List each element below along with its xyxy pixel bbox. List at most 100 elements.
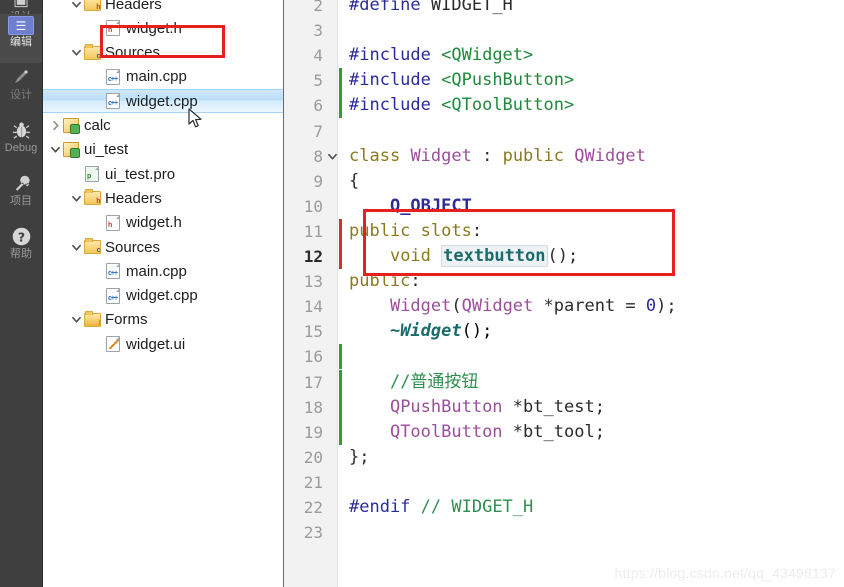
code-line[interactable]: 16: [285, 344, 844, 370]
chevron-right-icon[interactable]: [48, 119, 62, 133]
code-line[interactable]: 19 QToolButton *bt_tool;: [285, 419, 844, 445]
tree-item-label: widget.cpp: [126, 92, 198, 110]
code-line[interactable]: 23: [285, 520, 844, 545]
tree-item-headers[interactable]: h Headers: [43, 0, 283, 16]
wrench-icon: [8, 172, 34, 194]
line-number: 5: [313, 71, 323, 91]
chevron-down-icon[interactable]: [69, 191, 83, 205]
code-text: #endif // WIDGET_H: [349, 497, 534, 517]
code-text: };: [349, 446, 370, 467]
line-number: 6: [313, 96, 323, 116]
tree-item-widget-ui[interactable]: widget.ui: [43, 332, 283, 356]
code-line[interactable]: 14 Widget(QWidget *parent = 0);: [285, 294, 844, 319]
tree-item-label: ui_test.pro: [105, 165, 176, 183]
tree-item-widget-cpp[interactable]: c++ widget.cpp: [43, 89, 283, 114]
change-marker-green: [339, 369, 342, 395]
code-line[interactable]: 8 class Widget : public QWidget: [285, 144, 844, 169]
watermark: https://blog.csdn.net/qq_43498137: [614, 565, 836, 581]
code-line[interactable]: 21: [285, 470, 844, 495]
line-number: 23: [303, 523, 323, 543]
code-line[interactable]: 12 void textbutton ();: [285, 244, 844, 269]
code-line[interactable]: 18 QPushButton *bt_test;: [285, 394, 844, 420]
project-tree[interactable]: h Headers h widget.h c Sources c++ main.cpp c++ w…: [43, 0, 283, 587]
tree-item-label: Sources: [105, 238, 161, 256]
chevron-down-icon[interactable]: [69, 0, 83, 11]
code-text: public:: [349, 271, 421, 292]
line-number: 22: [303, 498, 323, 517]
chevron-down-icon[interactable]: [48, 143, 62, 157]
line-number: 11: [303, 221, 323, 241]
tree-item-calc[interactable]: calc: [43, 114, 283, 138]
folder-sources-icon: c: [83, 238, 101, 255]
tree-item-forms[interactable]: / Forms: [43, 308, 283, 332]
code-text: #include <QWidget>: [349, 45, 534, 66]
code-line[interactable]: 15 ~Widget();: [285, 319, 844, 344]
line-number: 15: [303, 322, 323, 342]
tree-item-widget-h[interactable]: h widget.h: [43, 16, 283, 40]
svg-text:?: ?: [17, 229, 24, 244]
file-pro-icon: p: [83, 166, 101, 183]
tree-item-sources[interactable]: c Sources: [43, 41, 283, 65]
tree-item-main-cpp[interactable]: c++ main.cpp: [43, 259, 283, 283]
code-editor[interactable]: 2 #define WIDGET_H 3 4 #include <QWidget> 5 #i…: [285, 0, 844, 587]
code-line[interactable]: 13 public:: [285, 269, 844, 294]
tree-item-widget-h[interactable]: h widget.h: [43, 211, 283, 235]
chevron-down-icon[interactable]: [69, 313, 83, 327]
code-text: #include <QPushButton>: [349, 70, 575, 91]
code-text: Q_OBJECT: [389, 195, 472, 216]
code-text: ~Widget();: [389, 321, 493, 342]
line-number: 4: [313, 46, 323, 66]
code-line[interactable]: 6 #include <QToolButton>: [285, 93, 844, 119]
tree-item-sources[interactable]: c Sources: [43, 235, 283, 259]
folder-headers-icon: h: [83, 0, 101, 12]
tree-item-label: Headers: [105, 0, 162, 13]
project-icon: [62, 142, 80, 159]
tree-item-label: widget.ui: [126, 335, 186, 353]
mode-label: 项目: [10, 195, 32, 207]
code-line[interactable]: 17 //普通按钮: [285, 369, 844, 395]
code-text: #include <QToolButton>: [349, 95, 575, 116]
project-icon: [62, 118, 80, 134]
code-text: Widget(QWidget *parent = 0);: [389, 296, 677, 317]
line-number: 16: [303, 347, 323, 367]
tree-item-headers[interactable]: h Headers: [43, 186, 283, 210]
mode-item-help[interactable]: ? 帮助: [0, 223, 42, 261]
tree-item-ui-test[interactable]: ui_test: [43, 138, 283, 162]
code-line[interactable]: 5 #include <QPushButton>: [285, 68, 844, 94]
file-cpp-icon: c++: [104, 93, 122, 110]
code-line[interactable]: 10 Q_OBJECT: [285, 194, 844, 219]
design-pen-icon: [8, 66, 34, 88]
mode-item-edit[interactable]: ☰ 编辑: [0, 14, 42, 63]
code-line[interactable]: 9{: [285, 169, 844, 194]
code-line[interactable]: 20};: [285, 445, 844, 470]
code-line[interactable]: 22 #endif // WIDGET_H: [285, 495, 844, 520]
chevron-down-icon[interactable]: [69, 46, 83, 60]
tree-item-widget-cpp[interactable]: c++ widget.cpp: [43, 284, 283, 308]
tree-editor-divider[interactable]: [283, 0, 284, 587]
code-line[interactable]: 7: [285, 119, 844, 144]
fold-chevron-down-icon[interactable]: [326, 144, 338, 169]
mode-item-projects[interactable]: 项目: [0, 170, 42, 208]
line-number: 19: [303, 422, 323, 442]
tree-item-ui-test-pro[interactable]: p ui_test.pro: [43, 162, 283, 186]
code-line[interactable]: 3: [285, 18, 844, 43]
tree-item-main-cpp[interactable]: c++ main.cpp: [43, 65, 283, 89]
tree-item-label: main.cpp: [126, 68, 187, 86]
change-marker-green: [339, 394, 342, 420]
mode-label: Debug: [4, 142, 38, 154]
code-line[interactable]: 11 public slots:: [285, 218, 844, 244]
design-icon: ▣: [8, 0, 34, 10]
code-line[interactable]: 2 #define WIDGET_H: [285, 0, 844, 18]
line-number: 10: [303, 196, 323, 216]
help-question-icon: ?: [8, 225, 34, 247]
mode-item-design[interactable]: 设计: [0, 64, 42, 102]
mode-selector-bar: ▣ 设计 ☰ 编辑 设计: [0, 0, 43, 587]
code-text: //普通按钮: [389, 371, 479, 392]
code-line[interactable]: 4 #include <QWidget>: [285, 43, 844, 68]
mode-item-debug[interactable]: Debug: [0, 117, 42, 155]
chevron-down-icon[interactable]: [69, 240, 83, 254]
code-text: void textbutton ();: [389, 245, 579, 267]
